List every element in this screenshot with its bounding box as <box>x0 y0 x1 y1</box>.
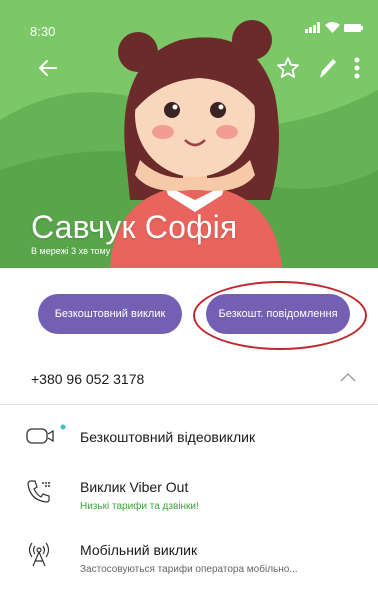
star-icon[interactable] <box>276 56 300 80</box>
pencil-icon[interactable] <box>316 56 338 80</box>
phone-number: +380 96 052 3178 <box>31 371 145 387</box>
option-title: Виклик Viber Out <box>80 479 189 495</box>
option-title: Мобільний виклик <box>80 542 198 558</box>
more-options-icon[interactable] <box>353 56 361 80</box>
contact-header: 8:30 Савчук Софія В мережі 3 хв тому <box>0 0 378 268</box>
viber-out-phone-icon <box>27 480 50 503</box>
free-call-button[interactable]: Безкоштовний виклик <box>38 294 182 334</box>
option-subtitle: Застосовуються тарифи оператора мобільно… <box>80 564 298 575</box>
signal-icon <box>305 22 320 33</box>
status-time: 8:30 <box>30 24 56 39</box>
video-call-option[interactable]: Безкоштовний відеовиклик <box>0 412 378 464</box>
contact-name: Савчук Софія <box>31 209 238 245</box>
back-arrow-icon[interactable] <box>38 58 58 78</box>
battery-icon <box>344 23 363 32</box>
mobile-call-option[interactable]: Мобільний виклик Застосовуються тарифи о… <box>0 530 378 582</box>
chevron-up-icon[interactable] <box>340 372 356 382</box>
contact-last-seen: В мережі 3 хв тому <box>31 246 111 256</box>
option-subtitle: Низькі тарифи та дзвінки! <box>80 501 199 512</box>
wifi-icon <box>325 22 340 33</box>
option-title: Безкоштовний відеовиклик <box>80 429 256 445</box>
viber-out-option[interactable]: Виклик Viber Out Низькі тарифи та дзвінк… <box>0 468 378 520</box>
divider <box>0 404 378 405</box>
video-camera-icon <box>26 424 66 444</box>
status-icons <box>305 22 364 33</box>
phone-number-row[interactable]: +380 96 052 3178 <box>0 356 378 404</box>
free-message-button[interactable]: Безкошт. повідомлення <box>206 294 350 334</box>
status-bar: 8:30 <box>0 0 378 40</box>
cellular-tower-icon <box>28 542 50 567</box>
